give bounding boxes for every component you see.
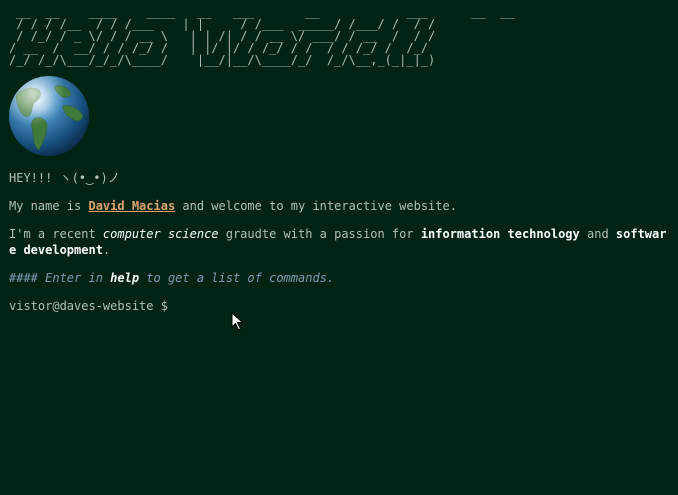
greeting-line: HEY!!! ヽ(•‿•)ノ [9,171,120,185]
bio-strong-it: information technology [420,227,580,241]
globe-icon [9,76,89,156]
bio-emphasis-cs: computer science [102,227,219,241]
bio-line: I'm a recent computer science graudte wi… [9,226,669,258]
prompt-label: vistor@daves-website $ [9,299,168,313]
bio-part-1: I'm a recent [9,227,103,241]
intro-prefix: My name is [9,199,89,213]
help-hint-line: #### Enter in help to get a list of comm… [9,270,669,286]
hint-suffix: to get a list of commands. [139,271,335,285]
command-input[interactable] [174,299,635,313]
hint-command: help [110,271,140,285]
hint-prefix: #### Enter in [9,271,111,285]
terminal-window: __ __ ____ ____ __ ___ __ ___ __ __ / / … [0,0,678,495]
command-prompt: vistor@daves-website $ [9,298,669,314]
bio-part-4: . [102,243,111,257]
bio-part-3: and [579,227,616,241]
bio-part-2: graudte with a passion for [218,227,421,241]
hello-world-ascii-banner: __ __ ____ ____ __ ___ __ ___ __ __ / / … [9,5,515,67]
intro-suffix: and welcome to my interactive website. [175,199,457,213]
author-name-link[interactable]: David Macias [88,199,175,213]
mouse-pointer-icon [231,312,244,331]
intro-line: My name is David Macias and welcome to m… [9,198,669,214]
